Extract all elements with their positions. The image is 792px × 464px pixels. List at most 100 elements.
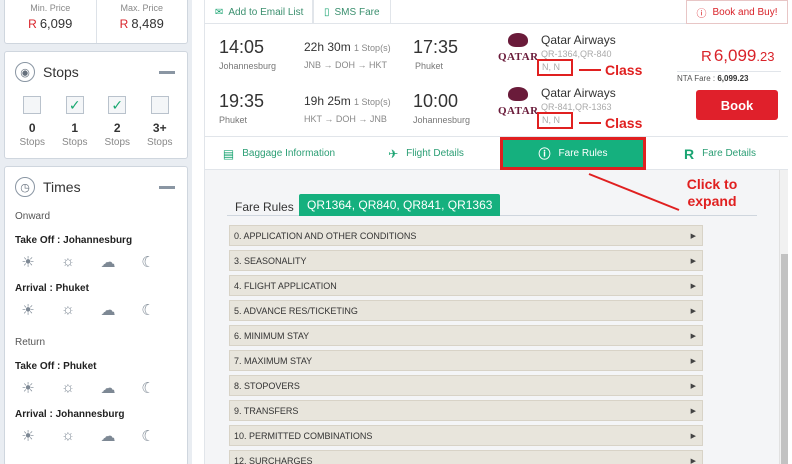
booking-class: N, N — [537, 59, 573, 76]
onward-label: Onward — [15, 211, 51, 222]
qatar-airways-logo: QATAR — [498, 87, 538, 117]
currency-symbol: R — [119, 17, 129, 31]
stop-option-2[interactable]: ✓ 2 Stops — [99, 96, 135, 148]
sun-icon[interactable]: ☼ — [59, 253, 77, 271]
sms-fare-button[interactable]: ▯ SMS Fare — [313, 0, 391, 24]
rand-icon: R — [683, 145, 695, 162]
fare-rule-item[interactable]: 10. PERMITTED COMBINATIONS ▶ — [229, 425, 703, 446]
arrival-city: Phuket — [415, 61, 444, 71]
arrival-label: Arrival : Johannesburg — [15, 409, 125, 420]
arrival-label: Arrival : Phuket — [15, 283, 89, 294]
sun-icon[interactable]: ☼ — [59, 379, 77, 397]
fare-rule-item[interactable]: 12. SURCHARGES ▶ — [229, 450, 703, 464]
stop-checkbox[interactable]: ✓ — [108, 96, 127, 114]
airline-name: Qatar Airways — [541, 33, 616, 47]
sunrise-icon[interactable]: ☀︎ — [19, 427, 37, 445]
duration: 19h 25m 1 Stop(s) — [304, 94, 391, 108]
expand-arrow-icon: ▶ — [690, 407, 696, 415]
class-annotation: Class — [579, 115, 642, 131]
departure-time: 19:35 — [219, 91, 265, 111]
check-icon: ✓ — [111, 96, 124, 113]
collapse-times-button[interactable] — [159, 186, 175, 189]
stop-option-0[interactable]: 0 Stops — [14, 96, 50, 148]
tab-fare-details[interactable]: R Fare Details — [665, 137, 775, 170]
sunset-icon[interactable]: ☁ — [99, 301, 117, 319]
departure-city: Johannesburg — [219, 61, 277, 71]
arrival-time: 17:35 — [413, 37, 459, 57]
sunrise-icon[interactable]: ☀︎ — [19, 253, 37, 271]
fare-rules-flight-codes[interactable]: QR1364, QR840, QR841, QR1363 — [299, 194, 501, 216]
fare-rule-item[interactable]: 4. FLIGHT APPLICATION ▶ — [229, 275, 703, 296]
expand-arrow-icon: ▶ — [690, 382, 696, 390]
fare-rule-item[interactable]: 0. APPLICATION AND OTHER CONDITIONS ▶ — [229, 225, 703, 246]
expand-arrow-icon: ▶ — [690, 232, 696, 240]
time-slots: ☀︎ ☼ ☁ ☾ — [19, 301, 157, 319]
max-price-label: Max. Price — [120, 3, 163, 13]
sunset-icon[interactable]: ☁ — [99, 253, 117, 271]
sun-icon[interactable]: ☼ — [59, 301, 77, 319]
fare-rules-list: 0. APPLICATION AND OTHER CONDITIONS ▶ 3. … — [229, 225, 703, 464]
expand-arrow-icon: ▶ — [690, 282, 696, 290]
scrollbar[interactable] — [779, 170, 788, 464]
click-to-expand-annotation: Click to expand — [686, 176, 738, 209]
arrival-city: Johannesburg — [413, 115, 471, 125]
sunset-icon[interactable]: ☁ — [99, 379, 117, 397]
expand-arrow-icon: ▶ — [690, 457, 696, 464]
stop-option-3plus[interactable]: 3+ Stops — [142, 96, 178, 148]
expand-arrow-icon: ▶ — [690, 332, 696, 340]
book-and-buy-button[interactable]: ⓘ Book and Buy! — [686, 0, 788, 24]
stop-checkbox[interactable]: ✓ — [65, 96, 84, 114]
stop-checkbox[interactable] — [23, 96, 42, 114]
stop-checkbox[interactable] — [150, 96, 169, 114]
plane-icon: ✈ — [388, 146, 399, 161]
time-slots: ☀︎ ☼ ☁ ☾ — [19, 379, 157, 397]
map-pin-icon: ◉ — [15, 62, 35, 82]
route: JNB → DOH → HKT — [304, 60, 388, 70]
moon-icon[interactable]: ☾ — [139, 253, 157, 271]
tab-baggage-information[interactable]: ▤ Baggage Information — [205, 137, 353, 170]
min-price-value: 6,099 — [39, 16, 73, 31]
book-button[interactable]: Book — [696, 90, 778, 120]
info-icon: ⓘ — [538, 147, 551, 161]
airline-name: Qatar Airways — [541, 86, 616, 100]
add-to-email-button[interactable]: ✉ Add to Email List — [205, 0, 313, 24]
fare-rule-item[interactable]: 6. MINIMUM STAY ▶ — [229, 325, 703, 346]
detail-tabs: ▤ Baggage Information ✈ Flight Details ⓘ Fa… — [205, 136, 788, 170]
moon-icon[interactable]: ☾ — [139, 301, 157, 319]
price-range-panel: Min. Price R 6,099 Max. Price R 8,489 — [4, 0, 188, 44]
currency-symbol: R — [28, 17, 37, 31]
flight-result-card: ✉ Add to Email List ▯ SMS Fare ⓘ Book and B… — [204, 0, 788, 464]
sun-icon[interactable]: ☼ — [59, 427, 77, 445]
times-title: Times — [43, 179, 81, 195]
arrival-time: 10:00 — [413, 91, 459, 111]
sunset-icon[interactable]: ☁ — [99, 427, 117, 445]
return-label: Return — [15, 337, 46, 348]
expand-arrow-icon: ▶ — [690, 432, 696, 440]
sunrise-icon[interactable]: ☀︎ — [19, 379, 37, 397]
clock-icon: ◷ — [15, 177, 35, 197]
fare-rule-item[interactable]: 7. MAXIMUM STAY ▶ — [229, 350, 703, 371]
flight-numbers: QR-841,QR-1363 — [541, 102, 612, 112]
min-price: Min. Price R 6,099 — [5, 0, 96, 43]
sunrise-icon[interactable]: ☀︎ — [19, 301, 37, 319]
fare-rule-item[interactable]: 8. STOPOVERS ▶ — [229, 375, 703, 396]
moon-icon[interactable]: ☾ — [139, 379, 157, 397]
tab-flight-details[interactable]: ✈ Flight Details — [371, 137, 481, 170]
nta-fare: NTA Fare : 6,099.23 — [677, 71, 781, 83]
departure-time: 14:05 — [219, 37, 265, 57]
stop-option-1[interactable]: ✓ 1 Stops — [57, 96, 93, 148]
tab-fare-rules[interactable]: ⓘ Fare Rules — [500, 137, 646, 170]
route: HKT → DOH → JNB — [304, 114, 387, 124]
scrollbar-thumb[interactable] — [781, 254, 788, 464]
fare-rule-item[interactable]: 5. ADVANCE RES/TICKETING ▶ — [229, 300, 703, 321]
moon-icon[interactable]: ☾ — [139, 427, 157, 445]
departure-city: Phuket — [219, 115, 248, 125]
takeoff-label: Take Off : Phuket — [15, 361, 97, 372]
expand-arrow-icon: ▶ — [690, 307, 696, 315]
fare-rule-item[interactable]: 9. TRANSFERS ▶ — [229, 400, 703, 421]
flight-numbers: QR-1364,QR-840 — [541, 49, 612, 59]
expand-arrow-icon: ▶ — [690, 257, 696, 265]
fare-rule-item[interactable]: 3. SEASONALITY ▶ — [229, 250, 703, 271]
stops-title: Stops — [43, 64, 79, 80]
collapse-stops-button[interactable] — [159, 71, 175, 74]
